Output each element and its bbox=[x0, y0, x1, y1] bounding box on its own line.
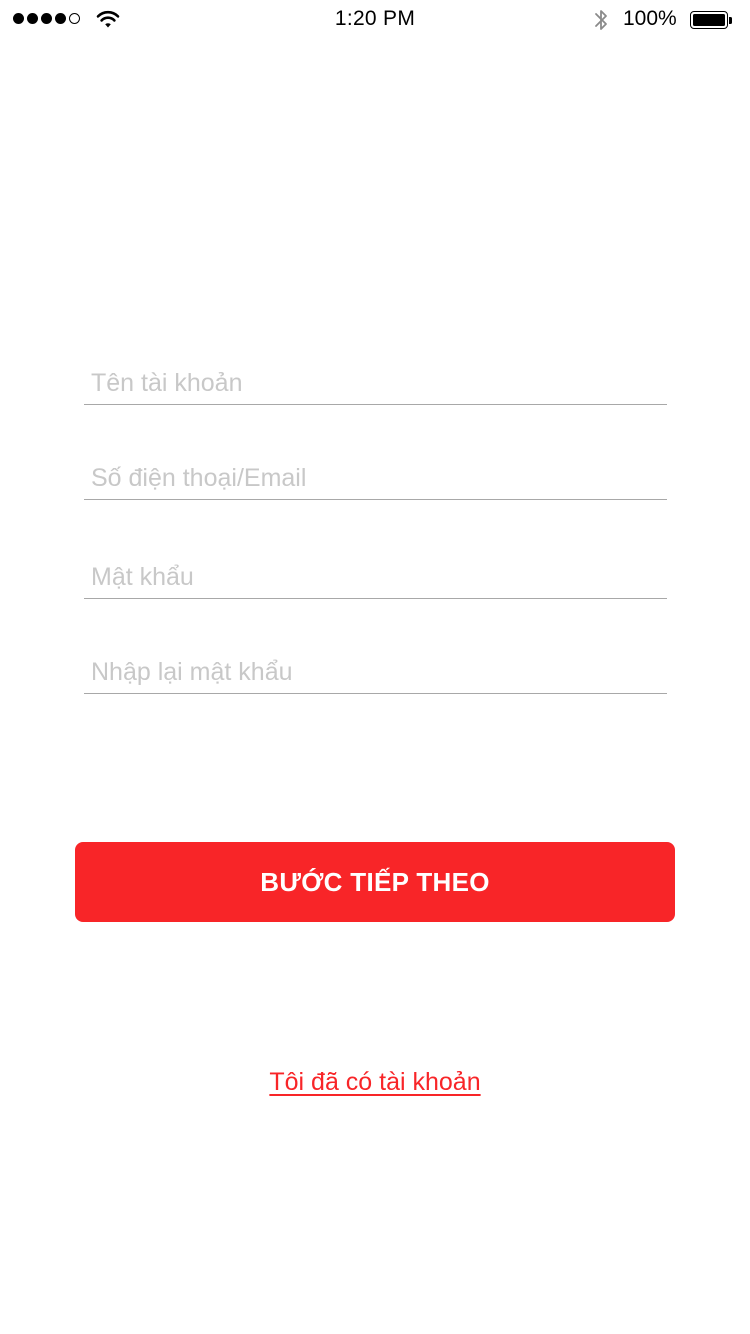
battery-cap bbox=[729, 17, 732, 24]
signup-form bbox=[84, 340, 667, 724]
confirm-password-field-container bbox=[84, 629, 667, 694]
status-bar: 1:20 PM 100% bbox=[0, 0, 750, 40]
password-input[interactable] bbox=[84, 563, 667, 592]
username-field-container bbox=[84, 340, 667, 405]
bluetooth-icon bbox=[595, 10, 607, 30]
password-field-container bbox=[84, 534, 667, 599]
next-step-button[interactable]: BƯỚC TIẾP THEO bbox=[75, 842, 675, 922]
have-account-link[interactable]: Tôi đã có tài khoản bbox=[0, 1068, 750, 1097]
username-input[interactable] bbox=[84, 369, 667, 398]
battery-percent: 100% bbox=[623, 7, 677, 30]
confirm-password-input[interactable] bbox=[84, 658, 667, 687]
phone-email-input[interactable] bbox=[84, 464, 667, 493]
phone-email-field-container bbox=[84, 435, 667, 500]
battery-icon bbox=[690, 11, 732, 29]
signup-screen: 1:20 PM 100% BƯỚC TIẾP THEO Tôi đã có tà… bbox=[0, 0, 750, 1334]
battery-fill bbox=[693, 14, 725, 26]
